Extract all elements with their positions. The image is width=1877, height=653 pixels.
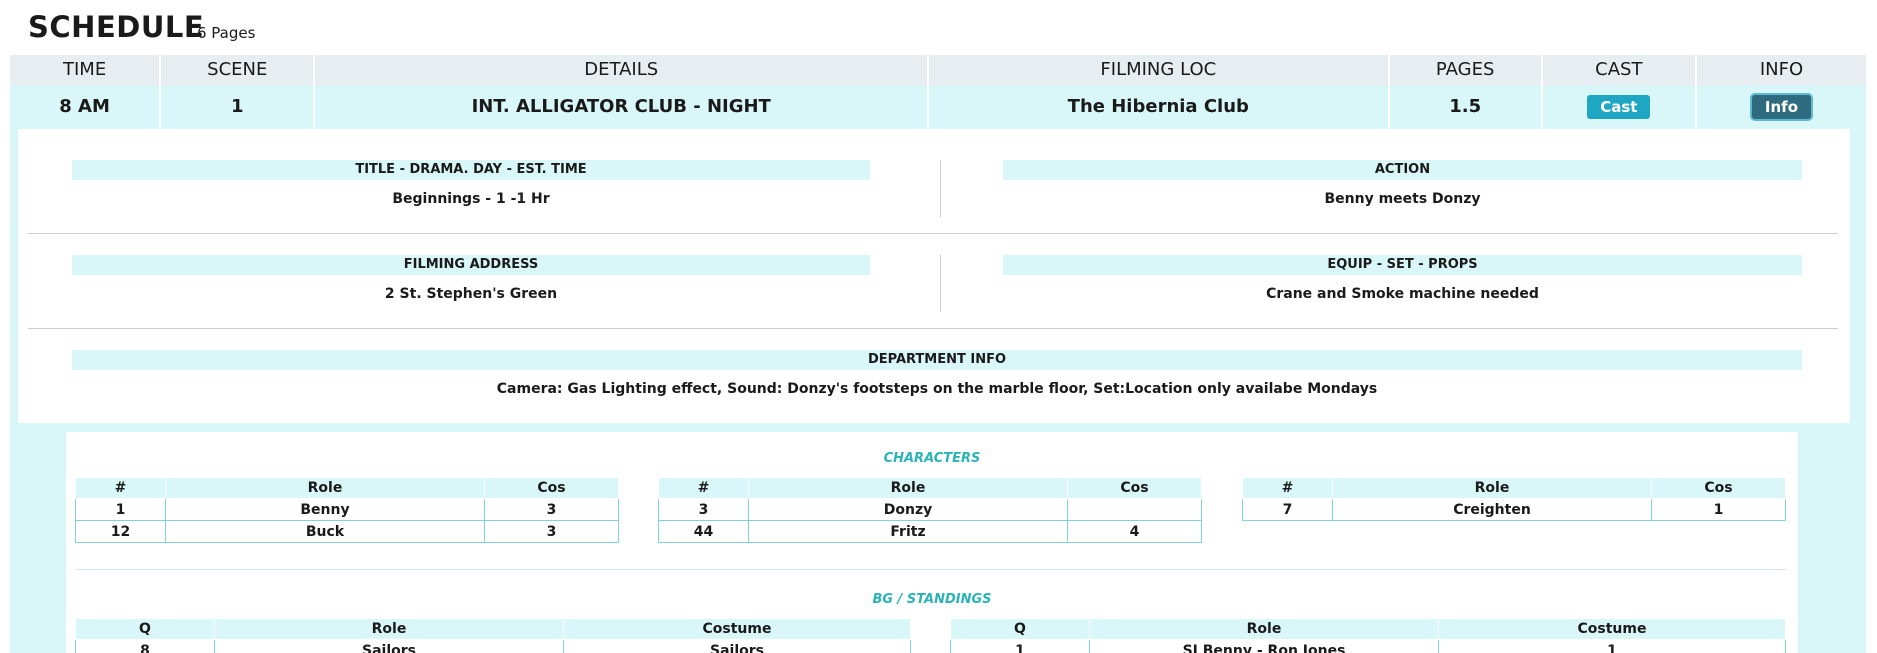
- characters-table: # Role Cos 3 Donzy 44 Fritz 4: [658, 477, 1202, 543]
- divider: [28, 233, 1838, 234]
- col-role: Role: [1089, 618, 1439, 640]
- table-row: 12 Buck 3: [75, 520, 619, 543]
- col-role: Role: [165, 477, 485, 499]
- col-costume: Cos: [1067, 477, 1202, 499]
- col-pages: PAGES: [1390, 55, 1543, 85]
- char-costume: 3: [484, 498, 619, 521]
- action-block: ACTION Benny meets Donzy: [1003, 160, 1802, 207]
- characters-table: # Role Cos 7 Creighten 1: [1242, 477, 1786, 521]
- col-details: DETAILS: [315, 55, 930, 85]
- title-value: Beginnings - 1 -1 Hr: [392, 191, 550, 207]
- row-scene: 1: [161, 85, 316, 129]
- page-title: SCHEDULE: [28, 10, 205, 44]
- col-role: Role: [1332, 477, 1652, 499]
- table-row: 3 Donzy: [658, 498, 1202, 521]
- col-q: Q: [75, 618, 215, 640]
- scene-detail-panel: TITLE - DRAMA. DAY - EST. TIME Beginning…: [18, 129, 1850, 423]
- address-value: 2 St. Stephen's Green: [384, 286, 558, 302]
- bg-q: 8: [75, 639, 215, 653]
- row-pages: 1.5: [1390, 85, 1543, 129]
- action-value: Benny meets Donzy: [1324, 191, 1481, 207]
- row-cast-cell: Cast: [1543, 85, 1697, 129]
- char-costume: 3: [484, 520, 619, 543]
- row-time: 8 AM: [10, 85, 162, 129]
- divider: [940, 160, 941, 217]
- col-filming-loc: FILMING LOC: [929, 55, 1390, 85]
- cast-button[interactable]: Cast: [1587, 95, 1651, 119]
- page-count: 6 Pages: [197, 24, 256, 42]
- row-info-cell: Info: [1697, 85, 1866, 129]
- department-heading: DEPARTMENT INFO: [72, 350, 1802, 370]
- address-heading: FILMING ADDRESS: [72, 255, 870, 275]
- col-role: Role: [214, 618, 564, 640]
- schedule-row: 8 AM 1 INT. ALLIGATOR CLUB - NIGHT The H…: [10, 85, 1866, 129]
- char-role: Fritz: [748, 520, 1068, 543]
- cast-listing-panel: CHARACTERS # Role Cos 1 Benny 3 12 Buck …: [66, 432, 1798, 653]
- bg-standings-table: Q Role Costume 8 Sailors Sailors: [75, 618, 911, 653]
- char-costume: 4: [1067, 520, 1202, 543]
- char-number: 3: [658, 498, 749, 521]
- col-number: #: [75, 477, 166, 499]
- address-block: FILMING ADDRESS 2 St. Stephen's Green: [72, 255, 870, 302]
- title-heading: TITLE - DRAMA. DAY - EST. TIME: [72, 160, 870, 180]
- char-number: 7: [1242, 498, 1333, 521]
- equip-value: Crane and Smoke machine needed: [1266, 286, 1539, 302]
- char-number: 44: [658, 520, 749, 543]
- info-button[interactable]: Info: [1751, 95, 1811, 119]
- char-role: Benny: [165, 498, 485, 521]
- bg-q: 1: [950, 639, 1090, 653]
- col-number: #: [658, 477, 749, 499]
- bg-role: SI Benny - Ron Jones: [1089, 639, 1439, 653]
- row-details: INT. ALLIGATOR CLUB - NIGHT: [315, 85, 930, 129]
- col-number: #: [1242, 477, 1333, 499]
- col-q: Q: [950, 618, 1090, 640]
- characters-table: # Role Cos 1 Benny 3 12 Buck 3: [75, 477, 619, 543]
- table-row: 1 SI Benny - Ron Jones 1: [950, 639, 1786, 653]
- char-costume: 1: [1651, 498, 1786, 521]
- table-row: 1 Benny 3: [75, 498, 619, 521]
- equip-block: EQUIP - SET - PROPS Crane and Smoke mach…: [1003, 255, 1802, 302]
- col-costume: Cos: [1651, 477, 1786, 499]
- schedule-column-headers: TIME SCENE DETAILS FILMING LOC PAGES CAS…: [10, 55, 1866, 85]
- col-cast: CAST: [1543, 55, 1697, 85]
- char-number: 1: [75, 498, 166, 521]
- department-block: DEPARTMENT INFO Camera: Gas Lighting eff…: [72, 350, 1802, 397]
- col-costume: Costume: [1438, 618, 1786, 640]
- table-row: 44 Fritz 4: [658, 520, 1202, 543]
- col-role: Role: [748, 477, 1068, 499]
- department-value: Camera: Gas Lighting effect, Sound: Donz…: [496, 381, 1378, 397]
- bg-costume: Sailors: [563, 639, 911, 653]
- characters-title: CHARACTERS: [883, 451, 981, 466]
- char-role: Buck: [165, 520, 485, 543]
- char-costume: [1067, 498, 1202, 521]
- divider: [28, 328, 1838, 329]
- col-costume: Costume: [563, 618, 911, 640]
- col-time: TIME: [10, 55, 162, 85]
- col-costume: Cos: [484, 477, 619, 499]
- bg-standings-table: Q Role Costume 1 SI Benny - Ron Jones 1: [950, 618, 1786, 653]
- char-role: Creighten: [1332, 498, 1652, 521]
- table-row: 8 Sailors Sailors: [75, 639, 911, 653]
- bg-costume: 1: [1438, 639, 1786, 653]
- row-filming-loc: The Hibernia Club: [929, 85, 1390, 129]
- col-info: INFO: [1759, 59, 1804, 80]
- bg-role: Sailors: [214, 639, 564, 653]
- col-scene: SCENE: [161, 55, 316, 85]
- char-role: Donzy: [748, 498, 1068, 521]
- action-heading: ACTION: [1003, 160, 1802, 180]
- title-block: TITLE - DRAMA. DAY - EST. TIME Beginning…: [72, 160, 870, 207]
- page-header: SCHEDULE 6 Pages: [0, 0, 1877, 55]
- char-number: 12: [75, 520, 166, 543]
- schedule-panel: TIME SCENE DETAILS FILMING LOC PAGES CAS…: [10, 55, 1866, 653]
- divider: [76, 569, 1786, 570]
- table-row: 7 Creighten 1: [1242, 498, 1786, 521]
- bg-standings-title: BG / STANDINGS: [872, 592, 992, 607]
- equip-heading: EQUIP - SET - PROPS: [1003, 255, 1802, 275]
- divider: [940, 255, 941, 312]
